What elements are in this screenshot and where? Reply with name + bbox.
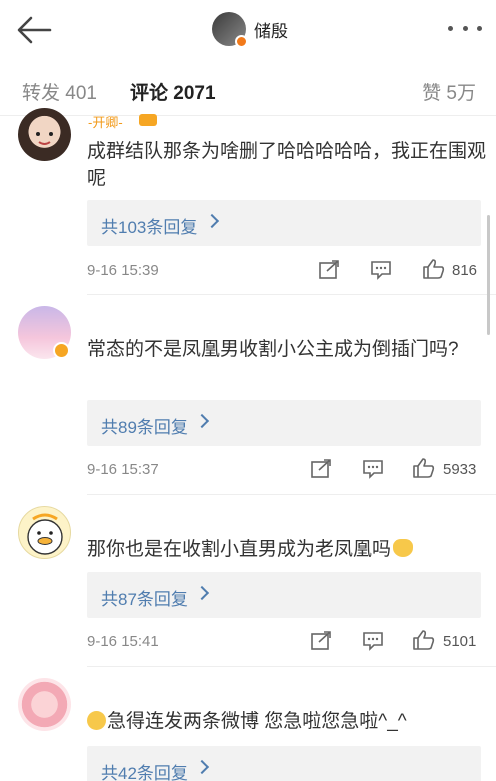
reply-count-link[interactable]: 共87条回复 <box>101 585 188 610</box>
reply-summary[interactable]: 共89条回复 <box>87 400 481 446</box>
verified-badge-icon <box>53 342 70 359</box>
comment-icon[interactable] <box>370 260 392 280</box>
scrollbar[interactable] <box>487 215 490 335</box>
comment-item: 那你也是在收割小直男成为老凤凰吗 共87条回复 9-16 15:41 5101 <box>0 496 496 668</box>
comment-text[interactable]: 急得连发两条微博 您急啦您急啦^_^ <box>87 708 487 735</box>
comment-icon[interactable] <box>362 459 384 479</box>
chevron-right-icon <box>194 759 210 775</box>
reply-count-link[interactable]: 共89条回复 <box>101 413 188 438</box>
tab-like[interactable]: 赞 5万 <box>422 78 476 105</box>
comment-time: 9-16 15:39 <box>87 262 159 279</box>
comment-text[interactable]: 常态的不是凤凰男收割小公主成为倒插门吗? <box>87 336 487 363</box>
like-count: 816 <box>452 262 478 279</box>
tab-comment[interactable]: 评论 2071 <box>130 78 216 105</box>
comment-text-body: 急得连发两条微博 您急啦您急啦^_^ <box>107 711 407 732</box>
reply-summary[interactable]: 共87条回复 <box>87 572 481 618</box>
smile-emoji-icon <box>87 711 106 730</box>
commenter-name[interactable]: -开卿- <box>88 112 123 131</box>
top-bar: 储殷 <box>0 0 496 60</box>
comment-text[interactable]: 成群结队那条为啥删了哈哈哈哈哈，我正在围观呢 <box>87 138 487 192</box>
comment-item: 急得连发两条微博 您急啦您急啦^_^ 共42条回复 <box>0 668 496 781</box>
commenter-avatar[interactable] <box>18 506 71 559</box>
thumbs-up-icon[interactable] <box>412 629 436 651</box>
duck-illustration <box>27 513 63 555</box>
verified-badge-icon <box>235 35 248 48</box>
like-count: 5101 <box>443 633 477 650</box>
reply-count-link[interactable]: 共103条回复 <box>101 213 197 238</box>
comment-icon[interactable] <box>362 631 384 651</box>
cat-emoji-icon <box>393 539 414 557</box>
comment-text-body: 那你也是在收割小直男成为老凤凰吗 <box>87 539 392 560</box>
more-dot <box>477 25 482 31</box>
tab-bar: 转发 401 评论 2071 赞 5万 <box>0 60 496 116</box>
comment-text[interactable]: 那你也是在收割小直男成为老凤凰吗 <box>87 536 487 563</box>
divider <box>87 294 496 295</box>
thumbs-up-icon[interactable] <box>422 258 446 280</box>
reply-summary[interactable]: 共42条回复 <box>87 746 481 781</box>
reply-count-link[interactable]: 共42条回复 <box>101 759 188 781</box>
repost-icon[interactable] <box>318 260 340 280</box>
author-name[interactable]: 储殷 <box>254 17 288 42</box>
more-dots-icon <box>448 25 453 31</box>
chevron-right-icon <box>194 413 210 429</box>
chevron-right-icon <box>194 585 210 601</box>
more-button[interactable] <box>448 18 482 38</box>
more-dot <box>462 25 468 31</box>
comment-item: -开卿- 成群结队那条为啥删了哈哈哈哈哈，我正在围观呢 共103条回复 9-16… <box>0 108 496 296</box>
divider <box>87 494 496 495</box>
repost-icon[interactable] <box>310 459 332 479</box>
reply-summary[interactable]: 共103条回复 <box>87 200 481 246</box>
repost-icon[interactable] <box>310 631 332 651</box>
back-button[interactable] <box>14 12 54 48</box>
author-avatar[interactable] <box>212 12 248 48</box>
comment-time: 9-16 15:37 <box>87 461 159 478</box>
tab-repost[interactable]: 转发 401 <box>22 78 97 105</box>
commenter-avatar[interactable] <box>18 108 71 161</box>
face-illustration <box>36 132 53 145</box>
chevron-right-icon <box>204 213 220 229</box>
comment-item: 常态的不是凤凰男收割小公主成为倒插门吗? 共89条回复 9-16 15:37 5… <box>0 296 496 496</box>
like-count: 5933 <box>443 461 477 478</box>
commenter-avatar[interactable] <box>18 678 71 731</box>
comment-time: 9-16 15:41 <box>87 633 159 650</box>
thumbs-up-icon[interactable] <box>412 457 436 479</box>
member-badge-icon <box>139 114 157 126</box>
back-arrow-icon <box>17 16 52 44</box>
divider <box>87 666 496 667</box>
author-header[interactable]: 储殷 <box>212 12 288 48</box>
